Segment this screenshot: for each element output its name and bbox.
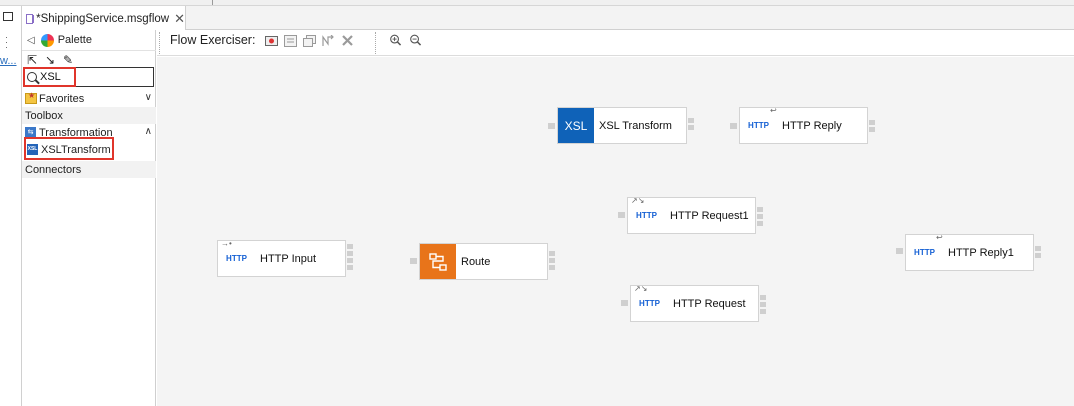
node-xsl-transform[interactable]: XSL XSL Transform [557,107,687,144]
editor-toolbar: Flow Exerciser: [157,30,1074,56]
path-icon[interactable] [322,35,335,47]
palette-item-label: XSLTransform [41,143,111,156]
route-glyph [429,252,447,271]
node-label: XSL Transform [599,119,672,132]
node-label: HTTP Request [673,297,746,310]
output-terminal[interactable] [347,244,353,249]
node-http-request1[interactable]: ↗↘ HTTP HTTP Request1 [627,196,756,234]
output-terminal[interactable] [549,258,555,263]
drawer-transformation[interactable]: ⇆ Transformation ∧ [22,124,156,141]
search-value: XSL [40,71,61,83]
request-arrow-icon: ↗↘ [631,196,645,205]
data-view-icon[interactable] [284,35,297,47]
node-label: Route [461,255,491,268]
transformation-icon: ⇆ [25,127,36,138]
input-terminal[interactable] [730,123,737,129]
connection-tool-icon[interactable]: ↘ [43,53,57,67]
palette-tools: ⇱ ↘ ✎ [25,53,75,67]
collapse-arrow-icon[interactable]: ◁ [27,35,35,46]
more-options-icon[interactable]: · · · [5,33,8,52]
drawer-label: Favorites [39,92,85,105]
output-terminal[interactable] [347,251,353,256]
output-terminal[interactable] [347,265,353,270]
strip-separator [212,0,213,5]
output-terminal[interactable] [869,120,875,125]
flow-exerciser-label: Flow Exerciser: [170,33,256,47]
drawer-toolbox[interactable]: Toolbox [22,107,156,124]
input-arrow-icon: →• [221,239,232,248]
palette-header[interactable]: ◁ Palette [22,30,156,51]
output-terminal[interactable] [760,295,766,300]
input-terminal[interactable] [896,248,903,254]
palette-item-xsltransform[interactable]: XSL XSLTransform [22,141,156,158]
output-terminal[interactable] [757,214,763,219]
output-terminal[interactable] [757,207,763,212]
chevron-down-icon[interactable]: ∨ [145,92,152,103]
flow-canvas[interactable]: XSL XSL Transform ↩ HTTP HTTP Reply ↗↘ H… [157,57,1074,406]
route-icon [420,244,456,279]
palette-icon [40,33,54,47]
close-icon[interactable]: ✕ [174,11,185,27]
node-http-reply1[interactable]: ↩ HTTP HTTP Reply1 [905,233,1034,271]
drawer-label: Connectors [25,163,82,176]
drawer-favorites[interactable]: Favorites ∨ [22,90,156,107]
toolbar-separator [375,32,376,54]
restore-icon[interactable] [3,12,13,21]
output-terminal[interactable] [1035,253,1041,258]
output-terminal[interactable] [760,309,766,314]
drawer-label: Transformation [39,126,113,139]
zoom-in-icon[interactable] [389,34,402,46]
xsl-icon: XSL [27,144,38,155]
request-arrow-icon: ↗↘ [634,284,648,293]
node-label: HTTP Request1 [670,209,749,222]
output-terminal[interactable] [757,221,763,226]
input-terminal[interactable] [410,258,417,264]
msgflow-file-icon [26,13,35,24]
palette-search-input[interactable]: XSL [23,67,154,87]
input-terminal[interactable] [621,300,628,306]
output-terminal[interactable] [1035,246,1041,251]
chevron-up-icon[interactable]: ∧ [145,126,152,137]
node-route[interactable]: Route [419,243,548,280]
editor-tab-bar: *ShippingService.msgflow ✕ [22,6,1074,31]
output-terminal[interactable] [347,258,353,263]
node-label: HTTP Input [260,252,317,265]
output-terminal[interactable] [688,125,694,130]
reply-arrow-icon: ↩ [936,233,943,242]
favorites-icon [25,91,37,104]
node-http-reply[interactable]: ↩ HTTP HTTP Reply [739,106,868,144]
palette-panel: ◁ Palette ⇱ ↘ ✎ XSL Favorites ∨ Toolbox … [22,30,156,406]
left-gutter: · · · w... [0,6,22,406]
palette-title: Palette [57,34,92,46]
input-terminal[interactable] [618,212,625,218]
tab-shipping-service[interactable]: *ShippingService.msgflow ✕ [22,6,186,31]
select-tool-icon[interactable]: ⇱ [25,53,39,67]
node-label: HTTP Reply1 [948,246,1014,259]
node-http-input[interactable]: →• HTTP HTTP Input [217,239,346,277]
node-http-request[interactable]: ↗↘ HTTP HTTP Request [630,284,759,322]
xsl-transform-icon: XSL [558,108,594,143]
node-label: HTTP Reply [782,119,842,132]
output-terminal[interactable] [549,265,555,270]
delete-icon[interactable] [341,35,354,47]
search-icon [27,72,37,82]
drawer-label: Toolbox [25,109,63,122]
tab-title: *ShippingService.msgflow [36,12,170,25]
reply-arrow-icon: ↩ [770,106,777,115]
copy-icon[interactable] [303,35,316,47]
drawer-connectors[interactable]: Connectors [22,161,156,178]
edit-tool-icon[interactable]: ✎ [61,53,75,67]
output-terminal[interactable] [549,251,555,256]
output-terminal[interactable] [869,127,875,132]
output-terminal[interactable] [760,302,766,307]
output-terminal[interactable] [688,118,694,123]
gutter-link[interactable]: w... [0,55,17,67]
zoom-out-icon[interactable] [409,34,422,46]
toolbar-separator [159,32,160,54]
input-terminal[interactable] [548,123,555,129]
record-icon[interactable] [265,35,278,47]
